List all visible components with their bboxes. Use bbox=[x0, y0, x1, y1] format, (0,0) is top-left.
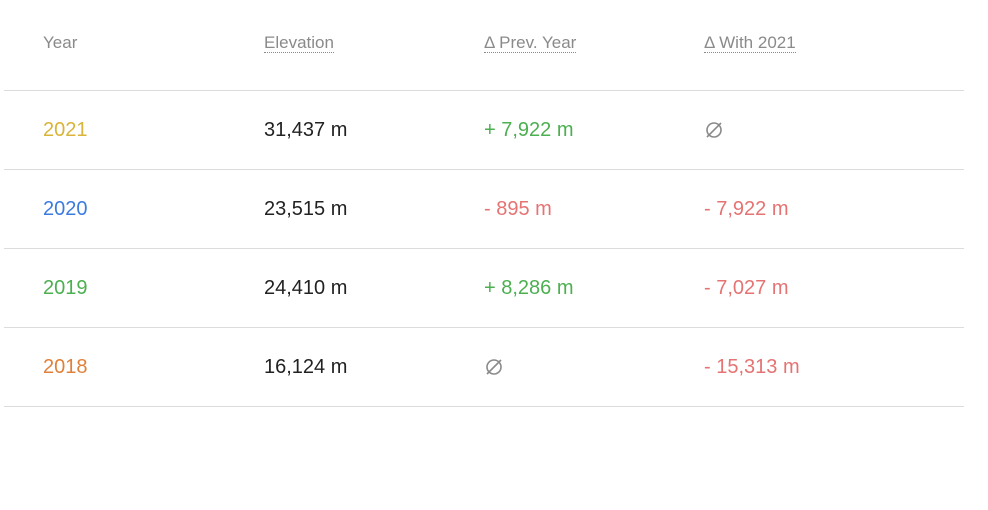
year-cell: 2019 bbox=[43, 249, 88, 327]
delta-prev-cell: - 895 m bbox=[484, 170, 552, 248]
year-value: 2021 bbox=[43, 118, 88, 141]
year-cell: 2021 bbox=[43, 91, 88, 169]
delta-prev-value: + 7,922 m bbox=[484, 118, 574, 141]
table-row: 2019 24,410 m + 8,286 m - 7,027 m bbox=[4, 249, 964, 328]
table-row: 2020 23,515 m - 895 m - 7,922 m bbox=[4, 170, 964, 249]
header-delta-prev-label: Δ Prev. Year bbox=[484, 33, 577, 53]
delta-with-value: - 7,922 m bbox=[704, 197, 789, 220]
delta-with-cell: - 15,313 m bbox=[704, 328, 800, 406]
header-delta-with-label: Δ With 2021 bbox=[704, 33, 796, 53]
empty-set-icon bbox=[706, 122, 722, 138]
delta-with-cell: - 7,027 m bbox=[704, 249, 788, 327]
elevation-value: 31,437 m bbox=[264, 118, 348, 141]
year-value: 2019 bbox=[43, 276, 88, 299]
elevation-cell: 23,515 m bbox=[264, 170, 347, 248]
delta-prev-value: - 895 m bbox=[484, 197, 552, 220]
table-row: 2018 16,124 m - 15,313 m bbox=[4, 328, 964, 407]
elevation-value: 16,124 m bbox=[264, 355, 348, 378]
delta-prev-cell: + 8,286 m bbox=[484, 249, 574, 327]
empty-set-icon bbox=[486, 359, 502, 375]
year-value: 2020 bbox=[43, 197, 88, 220]
delta-prev-cell: + 7,922 m bbox=[484, 91, 574, 169]
delta-with-value: - 7,027 m bbox=[704, 276, 789, 299]
elevation-cell: 16,124 m bbox=[264, 328, 347, 406]
header-delta-prev-year: Δ Prev. Year bbox=[484, 0, 577, 53]
delta-prev-value: + 8,286 m bbox=[484, 276, 574, 299]
delta-with-cell: - 7,922 m bbox=[704, 170, 788, 248]
elevation-table: Year Elevation Δ Prev. Year Δ With 2021 … bbox=[4, 0, 964, 407]
delta-with-cell bbox=[704, 91, 724, 169]
header-delta-with-2021: Δ With 2021 bbox=[704, 0, 796, 53]
elevation-cell: 24,410 m bbox=[264, 249, 347, 327]
header-elevation-label: Elevation bbox=[264, 33, 334, 53]
delta-with-value: - 15,313 m bbox=[704, 355, 800, 378]
header-year: Year bbox=[43, 33, 78, 52]
year-value: 2018 bbox=[43, 355, 88, 378]
table-header: Year Elevation Δ Prev. Year Δ With 2021 bbox=[4, 0, 964, 91]
year-cell: 2018 bbox=[43, 328, 88, 406]
header-elevation: Elevation bbox=[264, 0, 334, 53]
year-cell: 2020 bbox=[43, 170, 88, 248]
elevation-value: 24,410 m bbox=[264, 276, 348, 299]
elevation-cell: 31,437 m bbox=[264, 91, 347, 169]
elevation-value: 23,515 m bbox=[264, 197, 348, 220]
delta-prev-cell bbox=[484, 328, 504, 406]
table-row: 2021 31,437 m + 7,922 m bbox=[4, 91, 964, 170]
